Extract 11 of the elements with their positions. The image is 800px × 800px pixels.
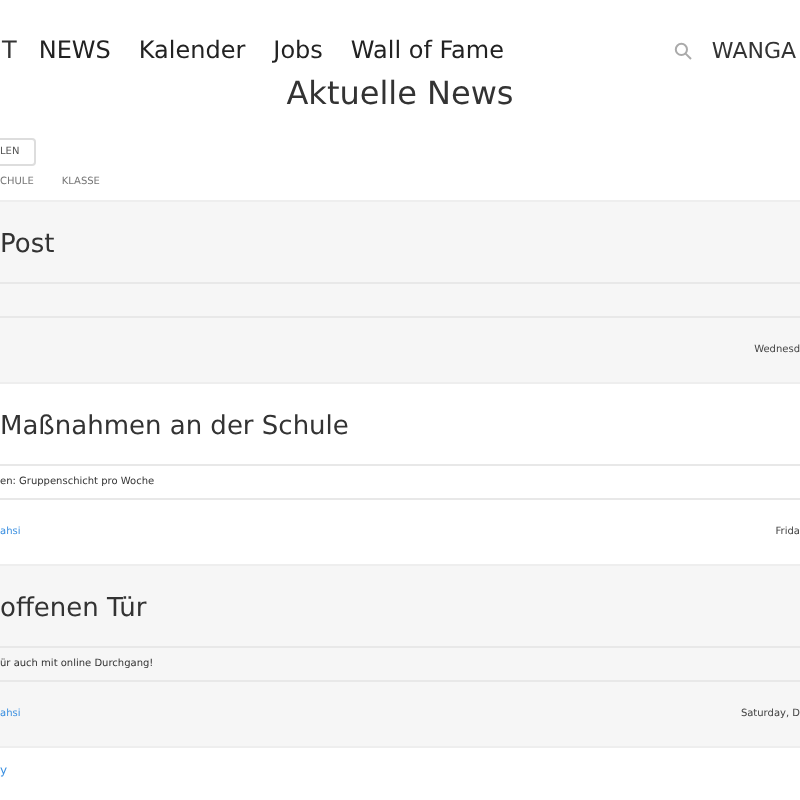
search-icon[interactable] bbox=[673, 41, 692, 59]
nav-link[interactable]: Kalender bbox=[138, 36, 246, 64]
brand-text[interactable]: T bbox=[2, 36, 17, 64]
nav-link[interactable]: Wall of Fame bbox=[350, 36, 504, 64]
page-title: Aktuelle News bbox=[284, 72, 516, 116]
nav-link[interactable]: Jobs bbox=[273, 36, 323, 64]
post-title: Post bbox=[0, 202, 800, 284]
user-menu[interactable]: WANGA bbox=[711, 37, 796, 63]
nav-link[interactable]: NEWS bbox=[38, 36, 111, 64]
post-title: Maßnahmen an der Schule bbox=[0, 384, 800, 466]
post-title: offenen Tür bbox=[0, 566, 800, 648]
